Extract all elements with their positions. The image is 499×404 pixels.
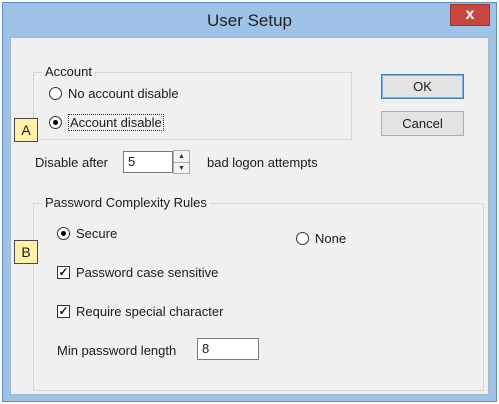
none-radio[interactable]: None	[296, 229, 346, 247]
user-setup-dialog: User Setup x Account No account disable …	[2, 2, 497, 402]
chevron-up-icon[interactable]: ▲	[174, 151, 189, 162]
close-icon: x	[465, 6, 475, 23]
password-case-sensitive-checkbox[interactable]: ✓ Password case sensitive	[57, 263, 218, 281]
logon-attempts-input[interactable]: 5	[123, 151, 173, 173]
radio-button-checked[interactable]	[57, 226, 70, 240]
dialog-client-area: Account No account disable Account disab…	[10, 37, 489, 395]
radio-button-checked[interactable]	[49, 115, 62, 129]
none-label: None	[315, 230, 347, 246]
cancel-button[interactable]: Cancel	[381, 111, 464, 136]
logon-attempts-spinner[interactable]: ▲ ▼	[173, 150, 190, 174]
close-button[interactable]: x	[450, 4, 490, 26]
dialog-title: User Setup	[206, 11, 293, 30]
require-special-character-label: Require special character	[76, 303, 224, 319]
checkmark-icon[interactable]: ✓	[57, 304, 70, 318]
no-account-disable-label: No account disable	[68, 85, 179, 101]
disable-after-label: Disable after	[35, 155, 108, 170]
no-account-disable-radio[interactable]: No account disable	[49, 84, 179, 102]
password-case-sensitive-label: Password case sensitive	[76, 264, 219, 280]
account-disable-label: Account disable	[68, 113, 164, 131]
require-special-character-checkbox[interactable]: ✓ Require special character	[57, 302, 223, 320]
password-rules-group-label: Password Complexity Rules	[42, 195, 210, 210]
min-password-length-label: Min password length	[57, 343, 177, 358]
bad-logon-attempts-label: bad logon attempts	[207, 155, 318, 170]
ok-button[interactable]: OK	[381, 74, 464, 99]
secure-radio[interactable]: Secure	[57, 224, 117, 242]
callout-b: B	[14, 240, 38, 264]
callout-a: A	[14, 118, 38, 142]
radio-button-unchecked[interactable]	[49, 86, 62, 100]
title-bar: User Setup x	[3, 3, 496, 37]
account-disable-radio[interactable]: Account disable	[49, 113, 164, 131]
secure-label: Secure	[76, 225, 118, 241]
min-password-length-input[interactable]: 8	[197, 338, 259, 360]
checkmark-icon[interactable]: ✓	[57, 265, 70, 279]
account-group-label: Account	[42, 64, 95, 79]
chevron-down-icon[interactable]: ▼	[174, 162, 189, 173]
radio-button-unchecked[interactable]	[296, 231, 309, 245]
